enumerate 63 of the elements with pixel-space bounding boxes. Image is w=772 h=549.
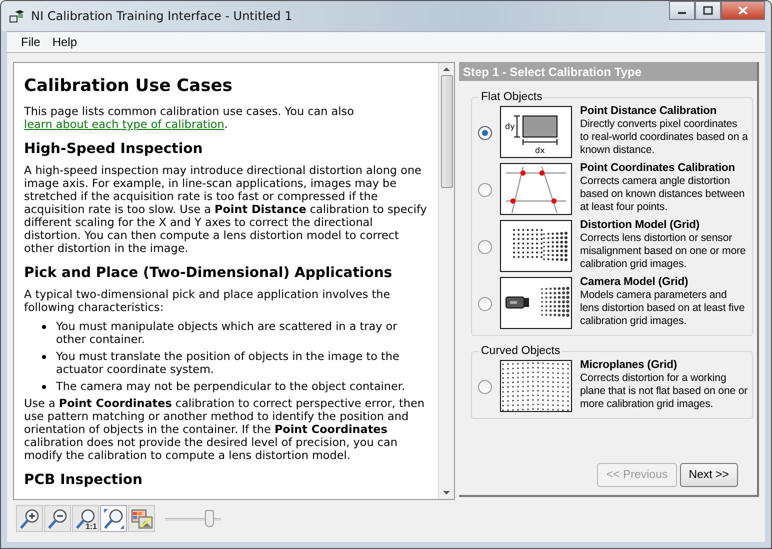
camera-dot-grid-drawing xyxy=(500,277,572,329)
option-description: Corrects distortion for a working plane that is not flat based on one or more calibration grid images. xyxy=(580,372,748,411)
step-title: Step 1 - Select Calibration Type xyxy=(463,64,642,78)
dot-grid-drawing xyxy=(500,220,572,272)
zoom-out-icon xyxy=(46,508,68,530)
close-button[interactable] xyxy=(721,1,765,20)
app-icon xyxy=(9,8,25,24)
option-title: Microplanes (Grid) xyxy=(580,359,678,372)
radio-button[interactable] xyxy=(478,380,492,394)
option-title: Distortion Model (Grid) xyxy=(580,219,701,232)
intro-paragraph: This page lists common calibration use cases. You can also learn about each type of calibration. xyxy=(24,105,355,131)
calibration-types-link[interactable]: learn about each type of calibration xyxy=(24,118,224,131)
list-item: The camera may not be perpendicular to the object container. xyxy=(56,380,406,393)
magnifier-icon xyxy=(74,508,96,530)
vertical-scrollbar[interactable] xyxy=(438,63,454,499)
slider-thumb[interactable] xyxy=(205,510,214,526)
option-title: Point Distance Calibration xyxy=(580,105,718,118)
zoom-out-button[interactable] xyxy=(44,505,71,532)
window-title: NI Calibration Training Interface - Untitled 1 xyxy=(31,9,294,23)
maximize-button[interactable] xyxy=(695,1,721,20)
zoom-slider[interactable] xyxy=(165,508,221,528)
curved-dot-grid-drawing xyxy=(500,360,572,412)
zoom-in-button[interactable] xyxy=(16,505,43,532)
menu-item[interactable]: File xyxy=(21,35,40,49)
option-description: Corrects camera angle distortion based on known distances between at least four points. xyxy=(580,175,746,214)
list-item: You must manipulate objects which are scattered in a tray or other container. xyxy=(56,320,398,346)
ratio-label: 1:1 xyxy=(85,522,97,531)
menu-item[interactable]: Help xyxy=(52,35,78,49)
bullet-icon xyxy=(42,385,46,389)
bullet-icon xyxy=(42,355,46,359)
dimension-diagram-drawing: dy dx xyxy=(500,106,572,158)
paragraph: A typical two-dimensional pick and place application involves the following characteristics: xyxy=(24,288,392,314)
image-palette-icon xyxy=(130,508,152,528)
zoom-in-icon xyxy=(18,508,40,530)
zoom-fit-icon xyxy=(102,508,124,530)
maximize-icon xyxy=(703,6,713,15)
group-title: Curved Objects xyxy=(479,345,562,357)
option-title: Camera Model (Grid) xyxy=(580,276,690,289)
radio-button[interactable] xyxy=(478,126,492,140)
actual-size-button[interactable]: 1:1 xyxy=(72,505,99,532)
document-title: Calibration Use Cases xyxy=(24,76,234,96)
trapezoid-points-drawing xyxy=(500,163,572,215)
paragraph: Use a Point Coordinates calibration to correct perspective error, then use pattern matching or another method to identify the position and orientation of objects in the container. If the Point Coordinates calibration does not provide the desired level of precision, you can modify the calibration to compute a lens distortion model. xyxy=(24,397,426,462)
palette-button[interactable] xyxy=(128,505,155,532)
section-heading: High-Speed Inspection xyxy=(24,141,204,158)
scrollbar-thumb[interactable] xyxy=(440,75,452,188)
paragraph: A high-speed inspection may introduce directional distortion along one image axis. For example, in line-scan applications, images may be stretched if the acquisition rate is too fast or compressed if the acquisition rate is too slow. Use a Point Distance calibration to specify different scaling for the X and Y axes to correct the directional distortion. You can then compute a lens distortion model to correct other distortion in the image. xyxy=(24,164,428,255)
bullet-icon xyxy=(42,325,46,329)
section-heading: Pick and Place (Two-Dimensional) Applications xyxy=(24,265,394,282)
zoom-to-fit-button[interactable] xyxy=(100,505,127,532)
close-icon xyxy=(738,6,748,15)
option-description: Corrects lens distortion or sensor misalignment based on one or more calibration grid images. xyxy=(580,232,747,271)
minimize-button[interactable] xyxy=(669,1,695,20)
option-description: Directly converts pixel coordinates to real-world coordinates based on a known distance. xyxy=(580,118,748,157)
radio-button[interactable] xyxy=(478,240,492,254)
group-title: Flat Objects xyxy=(479,91,544,103)
radio-button[interactable] xyxy=(478,183,492,197)
option-title: Point Coordinates Calibration xyxy=(580,162,736,175)
list-item: You must translate the position of objects in the image to the actuator coordinate system. xyxy=(56,350,400,376)
next-button[interactable]: Next >> xyxy=(680,463,738,487)
section-heading: PCB Inspection xyxy=(24,472,144,489)
option-description: Models camera parameters and lens distortion based on at least five calibration grid images. xyxy=(580,289,746,328)
radio-button[interactable] xyxy=(478,297,492,311)
